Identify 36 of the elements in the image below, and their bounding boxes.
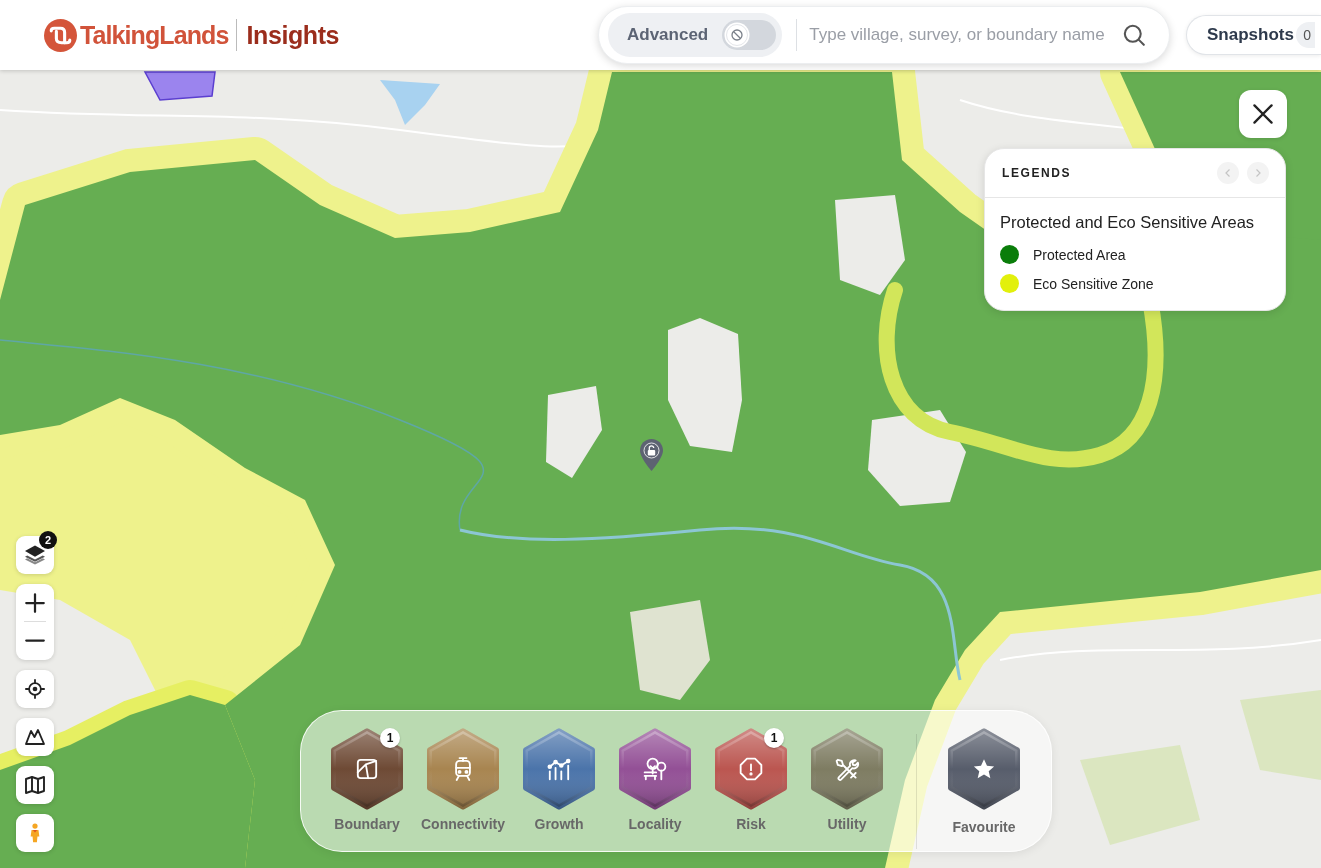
layers-button[interactable] (16, 536, 54, 574)
close-icon (1253, 104, 1273, 124)
terrain-button[interactable] (16, 718, 54, 756)
toggle-switch[interactable] (722, 20, 777, 50)
minus-icon (25, 639, 45, 642)
legend-label: Eco Sensitive Zone (1033, 275, 1154, 292)
map-pin-icon[interactable] (639, 438, 664, 472)
category-button[interactable]: Locality (607, 728, 703, 832)
map-view-button[interactable] (16, 766, 54, 804)
locate-button[interactable] (16, 670, 54, 708)
category-button[interactable]: Utility (799, 728, 895, 832)
brand-name: TalkingLands (80, 20, 229, 50)
folded-map-icon (25, 775, 45, 795)
legend-label: Protected Area (1033, 246, 1126, 263)
search-icon[interactable] (1123, 24, 1145, 46)
plus-icon (25, 592, 45, 613)
advanced-toggle-button[interactable]: Advanced (608, 13, 783, 57)
count-badge: 0 (1296, 22, 1315, 48)
street-view-button[interactable] (16, 814, 54, 852)
category-button[interactable]: Risk 1 (703, 728, 799, 832)
product-name: Insights (246, 20, 340, 50)
logo-icon (44, 18, 77, 52)
close-button[interactable] (1239, 90, 1287, 138)
crosshair-icon (25, 679, 45, 699)
layers-icon (25, 545, 45, 565)
favourite-button[interactable]: Favourite (936, 728, 1032, 835)
snapshots-button[interactable]: Snapshots 0 (1186, 15, 1321, 55)
search-input[interactable]: Type village, survey, or boundary name (809, 20, 1115, 50)
legend-heading: LEGENDS (1002, 166, 1073, 180)
mountain-icon (25, 727, 45, 747)
toggle-knob-icon (724, 22, 751, 48)
category-button[interactable]: Growth (511, 728, 607, 832)
category-button[interactable]: Boundary 1 (319, 728, 415, 832)
category-button[interactable]: Connectivity (415, 728, 511, 832)
legend-title: Protected and Eco Sensitive Areas (1000, 213, 1256, 232)
search-bar[interactable]: Advanced Type village, survey, or boundary name (598, 6, 1170, 64)
